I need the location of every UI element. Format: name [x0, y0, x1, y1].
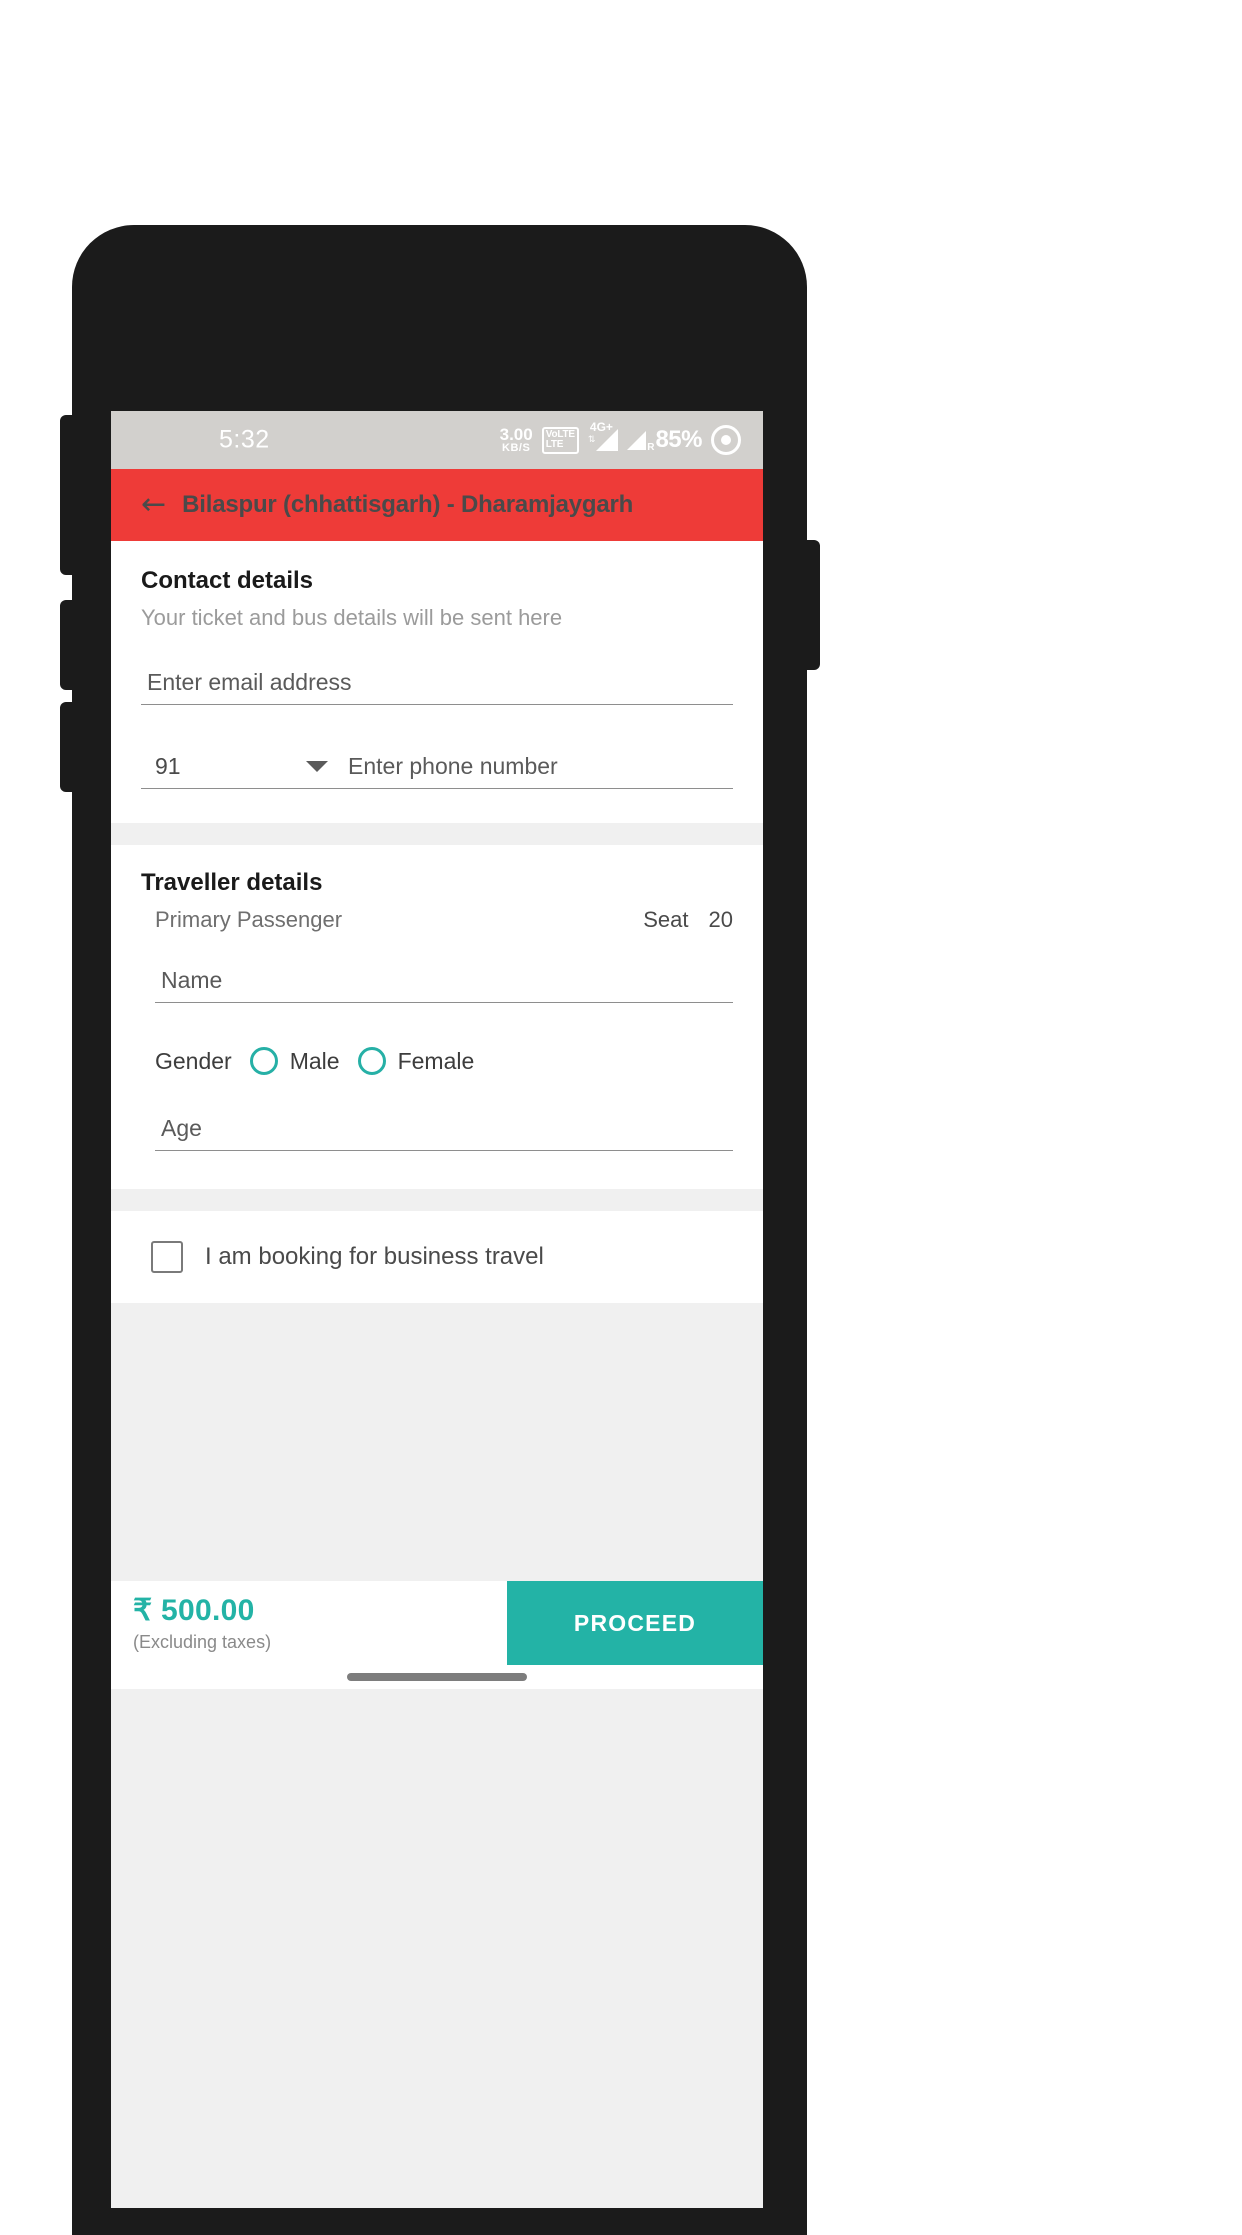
status-time: 5:32 — [219, 425, 270, 454]
back-arrow-icon[interactable]: ← — [141, 490, 166, 520]
gender-selector: Gender Male Female — [155, 1047, 733, 1075]
battery-circle-icon — [711, 425, 741, 455]
signal-bars-icon-secondary — [627, 430, 647, 450]
gender-label: Gender — [155, 1047, 232, 1074]
page-title: Bilaspur (chhattisgarh) - Dharamjaygarh — [182, 491, 634, 518]
seat-label: Seat — [643, 907, 689, 932]
section-divider-2 — [111, 1189, 763, 1211]
app-bar: ← Bilaspur (chhattisgarh) - Dharamjaygar… — [111, 469, 763, 541]
seat-number: 20 — [708, 907, 733, 932]
phone-row: 91 Enter phone number — [141, 753, 733, 789]
volte-icon: VoLTE LTE — [541, 426, 579, 454]
volte-bottom-label: LTE — [545, 439, 564, 450]
passenger-name-field[interactable]: Name — [155, 967, 733, 1003]
contact-details-subtitle: Your ticket and bus details will be sent… — [141, 605, 563, 630]
proceed-button[interactable]: PROCEED — [507, 1581, 763, 1665]
primary-passenger-label: Primary Passenger — [155, 907, 343, 932]
signal-icon-sim1: ⇅ 4G+ — [587, 420, 619, 451]
total-price: ₹ 500.00 — [133, 1594, 255, 1627]
status-bar: 5:32 3.00 KB/S VoLTE LTE ⇅ 4G+ R 85% — [111, 411, 763, 469]
passenger-header-row: Primary Passenger Seat 20 — [141, 907, 733, 933]
status-icons-group: 3.00 KB/S VoLTE LTE ⇅ 4G+ R 85% — [500, 420, 741, 455]
contact-details-heading: Contact details — [141, 567, 314, 594]
bottom-bar: ₹ 500.00 (Excluding taxes) PROCEED — [111, 1581, 763, 1665]
radio-male-label[interactable]: Male — [290, 1048, 340, 1075]
radio-male[interactable] — [249, 1047, 278, 1075]
network-type-label: 4G+ — [589, 420, 613, 434]
navigation-bar — [111, 1665, 763, 1689]
phone-side-button-left-mid — [60, 600, 78, 690]
chevron-down-icon — [306, 761, 328, 772]
home-gesture-handle[interactable] — [347, 1673, 527, 1681]
signal-icon-sim2: R — [627, 430, 654, 453]
data-transfer-icon: ⇅ — [587, 434, 596, 445]
passenger-age-field[interactable]: Age — [155, 1115, 733, 1151]
radio-female-label[interactable]: Female — [398, 1048, 475, 1075]
network-speed-value: 3.00 — [499, 425, 533, 444]
business-travel-row[interactable]: I am booking for business travel — [111, 1211, 763, 1303]
contact-details-card: Contact details Your ticket and bus deta… — [111, 541, 763, 823]
traveller-details-card: Traveller details Primary Passenger Seat… — [111, 845, 763, 1189]
seat-info: Seat 20 — [643, 907, 733, 933]
price-block: ₹ 500.00 (Excluding taxes) — [111, 1581, 507, 1665]
roaming-label: R — [647, 441, 655, 453]
email-field[interactable]: Enter email address — [141, 669, 733, 705]
network-speed-indicator: 3.00 KB/S — [500, 426, 533, 454]
battery-percent: 85% — [655, 426, 702, 453]
phone-side-button-right — [800, 540, 820, 670]
radio-female[interactable] — [357, 1047, 386, 1075]
business-travel-checkbox[interactable] — [151, 1241, 183, 1273]
business-travel-label: I am booking for business travel — [205, 1243, 544, 1270]
phone-screen: 5:32 3.00 KB/S VoLTE LTE ⇅ 4G+ R 85% ← B… — [111, 411, 763, 2208]
content-filler — [111, 1303, 763, 1581]
phone-side-button-left-top — [60, 415, 78, 575]
section-divider — [111, 823, 763, 845]
traveller-details-heading: Traveller details — [141, 869, 323, 896]
country-code-selector[interactable]: 91 — [141, 753, 342, 789]
phone-number-field[interactable]: Enter phone number — [342, 753, 733, 789]
network-speed-unit: KB/S — [502, 442, 531, 454]
price-note: (Excluding taxes) — [133, 1632, 272, 1652]
phone-side-button-left-bottom — [60, 702, 78, 792]
country-code-value: 91 — [155, 753, 181, 779]
